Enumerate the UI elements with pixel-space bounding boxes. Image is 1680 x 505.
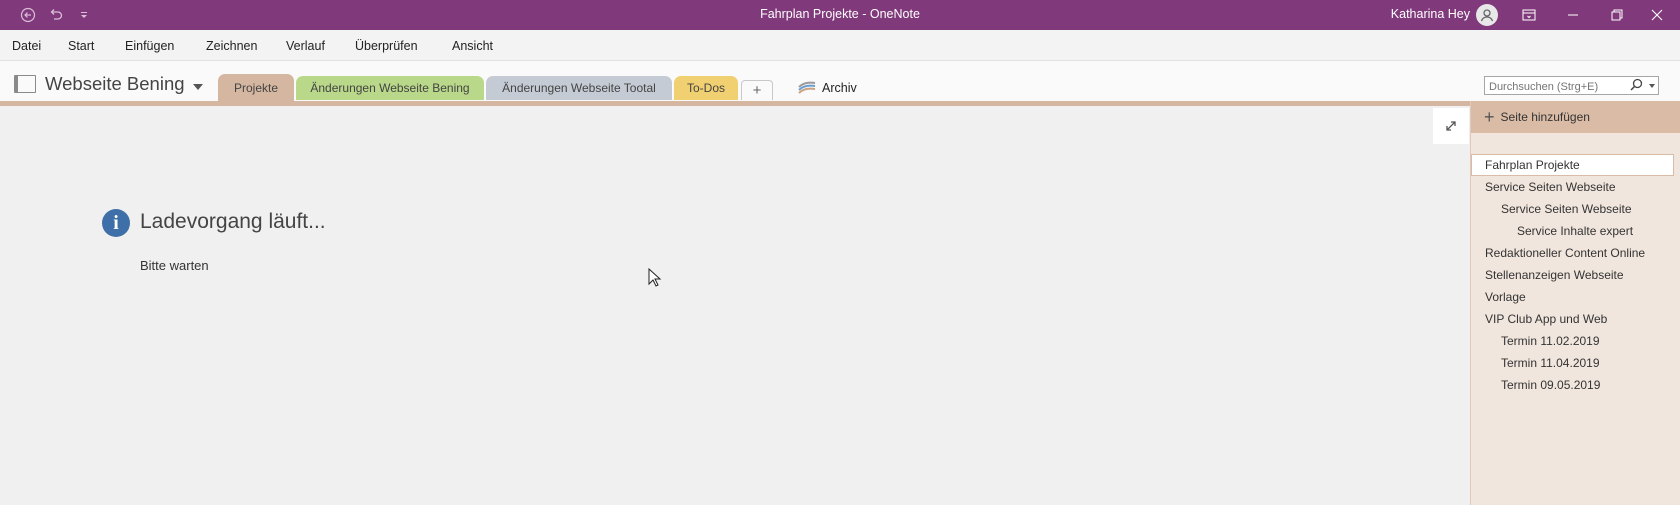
archiv-section-group[interactable]: Archiv xyxy=(798,81,857,95)
add-section-button[interactable]: + xyxy=(741,80,773,100)
section-group-icon xyxy=(798,81,816,94)
page-canvas[interactable] xyxy=(0,106,1470,505)
archiv-label: Archiv xyxy=(822,81,857,95)
search-input[interactable] xyxy=(1485,78,1625,96)
page-item[interactable]: Service Seiten Webseite xyxy=(1501,202,1632,216)
page-item[interactable]: Redaktioneller Content Online xyxy=(1485,246,1645,260)
minimize-icon[interactable] xyxy=(1550,0,1596,30)
search-scope-dropdown-icon[interactable] xyxy=(1649,84,1655,88)
avatar[interactable] xyxy=(1476,4,1498,26)
tab-label: Änderungen Webseite Tootal xyxy=(502,81,656,95)
tab-to-dos[interactable]: To-Dos xyxy=(674,76,738,100)
notebook-title[interactable]: Webseite Bening xyxy=(45,73,185,95)
notebook-dropdown-icon[interactable] xyxy=(193,84,203,90)
menu-start[interactable]: Start xyxy=(68,39,94,53)
tab-aenderungen-webseite-tootal[interactable]: Änderungen Webseite Tootal xyxy=(486,76,672,100)
loading-subtitle: Bitte warten xyxy=(140,258,209,273)
add-page-label: Seite hinzufügen xyxy=(1500,110,1590,124)
mouse-cursor-icon xyxy=(648,267,662,293)
user-name[interactable]: Katharina Hey xyxy=(1391,7,1470,21)
menu-ueberpruefen[interactable]: Überprüfen xyxy=(355,39,418,53)
menu-bar: Datei Start Einfügen Zeichnen Verlauf Üb… xyxy=(0,30,1680,61)
menu-datei[interactable]: Datei xyxy=(12,39,41,53)
loading-title: Ladevorgang läuft... xyxy=(140,210,326,233)
section-bar: Webseite Bening Projekte Änderungen Webs… xyxy=(0,61,1680,102)
page-item[interactable]: Service Seiten Webseite xyxy=(1485,180,1616,194)
notebook-icon[interactable] xyxy=(14,75,36,93)
page-item[interactable]: VIP Club App und Web xyxy=(1485,312,1607,326)
page-item[interactable]: Termin 11.02.2019 xyxy=(1501,334,1600,348)
page-item[interactable]: Termin 11.04.2019 xyxy=(1501,356,1600,370)
tab-label: To-Dos xyxy=(686,81,725,95)
tab-label: Änderungen Webseite Bening xyxy=(310,81,470,95)
undo-icon[interactable] xyxy=(46,5,66,25)
back-arrow-icon[interactable] xyxy=(18,5,38,25)
expand-page-icon[interactable] xyxy=(1433,108,1469,144)
title-bar: Fahrplan Projekte - OneNote Katharina He… xyxy=(0,0,1680,30)
tab-label: Projekte xyxy=(233,81,279,95)
search-icon[interactable] xyxy=(1630,78,1643,94)
page-item[interactable]: Termin 09.05.2019 xyxy=(1501,378,1600,392)
plus-icon: + xyxy=(1484,107,1495,127)
info-icon: i xyxy=(102,209,130,237)
page-item[interactable]: Vorlage xyxy=(1485,290,1526,304)
ribbon-display-options-icon[interactable] xyxy=(1506,0,1552,30)
close-icon[interactable] xyxy=(1634,0,1680,30)
search-box[interactable] xyxy=(1484,76,1659,96)
tab-aenderungen-webseite-bening[interactable]: Änderungen Webseite Bening xyxy=(296,76,484,100)
page-item[interactable]: Stellenanzeigen Webseite xyxy=(1485,268,1624,282)
page-item[interactable]: Service Inhalte expert xyxy=(1517,224,1633,238)
add-page-button[interactable]: + Seite hinzufügen xyxy=(1471,101,1680,133)
page-item[interactable]: Fahrplan Projekte xyxy=(1471,154,1674,176)
page-list-pane: + Seite hinzufügen Fahrplan Projekte Ser… xyxy=(1470,101,1680,505)
menu-verlauf[interactable]: Verlauf xyxy=(286,39,325,53)
menu-zeichnen[interactable]: Zeichnen xyxy=(206,39,257,53)
menu-ansicht[interactable]: Ansicht xyxy=(452,39,493,53)
menu-einfuegen[interactable]: Einfügen xyxy=(125,39,174,53)
tab-projekte[interactable]: Projekte xyxy=(218,74,294,102)
customize-quick-access-icon[interactable] xyxy=(74,5,94,25)
